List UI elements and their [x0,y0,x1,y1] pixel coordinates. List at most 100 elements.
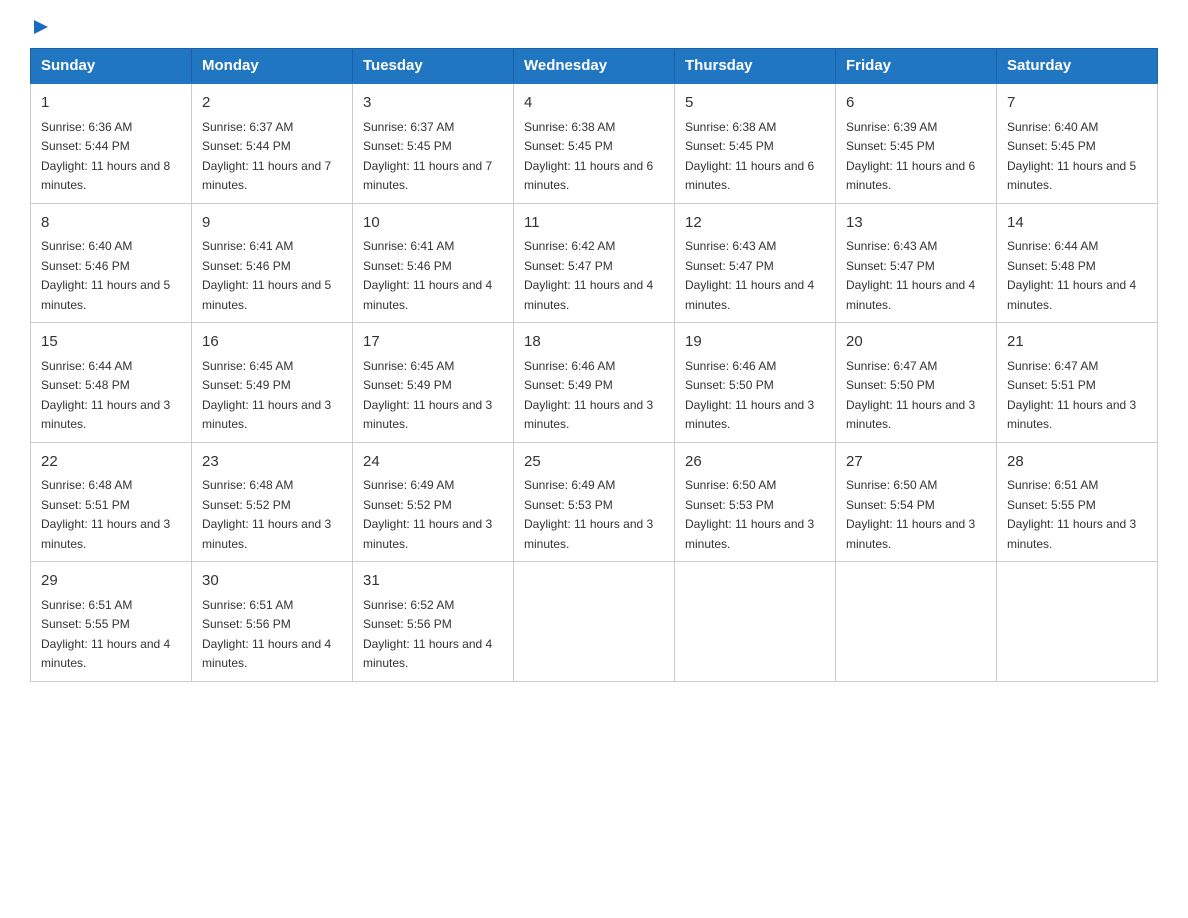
calendar-day-cell: 30 Sunrise: 6:51 AMSunset: 5:56 PMDayligh… [192,562,353,682]
day-info: Sunrise: 6:43 AMSunset: 5:47 PMDaylight:… [846,239,975,312]
day-number: 10 [363,212,503,235]
day-info: Sunrise: 6:48 AMSunset: 5:51 PMDaylight:… [41,478,170,551]
calendar-day-cell: 28Sunrise: 6:51 AMSunset: 5:55 PMDayligh… [997,442,1158,562]
day-of-week-header: Tuesday [353,49,514,84]
day-info: Sunrise: 6:36 AMSunset: 5:44 PMDaylight:… [41,120,170,193]
calendar-day-cell: 25Sunrise: 6:49 AMSunset: 5:53 PMDayligh… [514,442,675,562]
calendar-day-cell: 29 Sunrise: 6:51 AMSunset: 5:55 PMDayligh… [31,562,192,682]
day-number: 18 [524,331,664,354]
calendar-week-row: 8 Sunrise: 6:40 AMSunset: 5:46 PMDaylight… [31,203,1158,323]
day-number: 27 [846,451,986,474]
calendar-day-cell [514,562,675,682]
calendar-week-row: 1 Sunrise: 6:36 AMSunset: 5:44 PMDaylight… [31,83,1158,203]
calendar-day-cell: 3 Sunrise: 6:37 AMSunset: 5:45 PMDaylight… [353,83,514,203]
day-number: 28 [1007,451,1147,474]
calendar-week-row: 29 Sunrise: 6:51 AMSunset: 5:55 PMDayligh… [31,562,1158,682]
day-number: 29 [41,570,181,593]
day-number: 8 [41,212,181,235]
day-number: 15 [41,331,181,354]
calendar-day-cell: 27 Sunrise: 6:50 AMSunset: 5:54 PMDayligh… [836,442,997,562]
day-info: Sunrise: 6:38 AMSunset: 5:45 PMDaylight:… [524,120,653,193]
day-info: Sunrise: 6:49 AMSunset: 5:52 PMDaylight:… [363,478,492,551]
calendar-day-cell [836,562,997,682]
calendar-header-row: SundayMondayTuesdayWednesdayThursdayFrid… [31,49,1158,84]
calendar-day-cell: 16Sunrise: 6:45 AMSunset: 5:49 PMDayligh… [192,323,353,443]
day-of-week-header: Friday [836,49,997,84]
calendar-day-cell: 1 Sunrise: 6:36 AMSunset: 5:44 PMDaylight… [31,83,192,203]
day-number: 23 [202,451,342,474]
day-of-week-header: Saturday [997,49,1158,84]
calendar-day-cell: 7 Sunrise: 6:40 AMSunset: 5:45 PMDaylight… [997,83,1158,203]
calendar-day-cell: 10 Sunrise: 6:41 AMSunset: 5:46 PMDayligh… [353,203,514,323]
day-info: Sunrise: 6:52 AMSunset: 5:56 PMDaylight:… [363,598,492,671]
day-number: 2 [202,92,342,115]
calendar-day-cell: 9Sunrise: 6:41 AMSunset: 5:46 PMDaylight… [192,203,353,323]
calendar-day-cell: 17 Sunrise: 6:45 AMSunset: 5:49 PMDayligh… [353,323,514,443]
day-info: Sunrise: 6:37 AMSunset: 5:44 PMDaylight:… [202,120,331,193]
day-info: Sunrise: 6:44 AMSunset: 5:48 PMDaylight:… [1007,239,1136,312]
day-info: Sunrise: 6:41 AMSunset: 5:46 PMDaylight:… [363,239,492,312]
day-number: 5 [685,92,825,115]
day-number: 14 [1007,212,1147,235]
day-info: Sunrise: 6:50 AMSunset: 5:54 PMDaylight:… [846,478,975,551]
day-number: 4 [524,92,664,115]
calendar-day-cell: 22 Sunrise: 6:48 AMSunset: 5:51 PMDayligh… [31,442,192,562]
day-info: Sunrise: 6:37 AMSunset: 5:45 PMDaylight:… [363,120,492,193]
day-number: 24 [363,451,503,474]
logo [30,20,50,32]
calendar-day-cell: 13 Sunrise: 6:43 AMSunset: 5:47 PMDayligh… [836,203,997,323]
day-number: 22 [41,451,181,474]
day-number: 19 [685,331,825,354]
day-number: 13 [846,212,986,235]
day-info: Sunrise: 6:44 AMSunset: 5:48 PMDaylight:… [41,359,170,432]
day-number: 11 [524,212,664,235]
day-info: Sunrise: 6:39 AMSunset: 5:45 PMDaylight:… [846,120,975,193]
day-of-week-header: Monday [192,49,353,84]
calendar-day-cell [997,562,1158,682]
day-of-week-header: Sunday [31,49,192,84]
day-info: Sunrise: 6:51 AMSunset: 5:55 PMDaylight:… [41,598,170,671]
calendar-day-cell: 21Sunrise: 6:47 AMSunset: 5:51 PMDayligh… [997,323,1158,443]
calendar-week-row: 22 Sunrise: 6:48 AMSunset: 5:51 PMDayligh… [31,442,1158,562]
calendar-day-cell: 31Sunrise: 6:52 AMSunset: 5:56 PMDayligh… [353,562,514,682]
calendar-day-cell: 4 Sunrise: 6:38 AMSunset: 5:45 PMDaylight… [514,83,675,203]
calendar-day-cell: 19 Sunrise: 6:46 AMSunset: 5:50 PMDayligh… [675,323,836,443]
day-number: 26 [685,451,825,474]
day-number: 17 [363,331,503,354]
day-of-week-header: Thursday [675,49,836,84]
day-info: Sunrise: 6:45 AMSunset: 5:49 PMDaylight:… [363,359,492,432]
day-info: Sunrise: 6:47 AMSunset: 5:50 PMDaylight:… [846,359,975,432]
day-info: Sunrise: 6:40 AMSunset: 5:46 PMDaylight:… [41,239,170,312]
day-info: Sunrise: 6:48 AMSunset: 5:52 PMDaylight:… [202,478,331,551]
calendar-day-cell [675,562,836,682]
day-info: Sunrise: 6:46 AMSunset: 5:50 PMDaylight:… [685,359,814,432]
day-info: Sunrise: 6:51 AMSunset: 5:56 PMDaylight:… [202,598,331,671]
day-number: 20 [846,331,986,354]
calendar-day-cell: 26Sunrise: 6:50 AMSunset: 5:53 PMDayligh… [675,442,836,562]
calendar-day-cell: 24 Sunrise: 6:49 AMSunset: 5:52 PMDayligh… [353,442,514,562]
calendar-day-cell: 6 Sunrise: 6:39 AMSunset: 5:45 PMDaylight… [836,83,997,203]
day-number: 7 [1007,92,1147,115]
calendar-day-cell: 14 Sunrise: 6:44 AMSunset: 5:48 PMDayligh… [997,203,1158,323]
calendar-day-cell: 18Sunrise: 6:46 AMSunset: 5:49 PMDayligh… [514,323,675,443]
day-info: Sunrise: 6:40 AMSunset: 5:45 PMDaylight:… [1007,120,1136,193]
day-info: Sunrise: 6:42 AMSunset: 5:47 PMDaylight:… [524,239,653,312]
day-number: 30 [202,570,342,593]
day-info: Sunrise: 6:43 AMSunset: 5:47 PMDaylight:… [685,239,814,312]
calendar-day-cell: 12Sunrise: 6:43 AMSunset: 5:47 PMDayligh… [675,203,836,323]
page-header [30,20,1158,32]
calendar-day-cell: 5Sunrise: 6:38 AMSunset: 5:45 PMDaylight… [675,83,836,203]
day-info: Sunrise: 6:45 AMSunset: 5:49 PMDaylight:… [202,359,331,432]
calendar-day-cell: 11 Sunrise: 6:42 AMSunset: 5:47 PMDayligh… [514,203,675,323]
day-of-week-header: Wednesday [514,49,675,84]
day-number: 6 [846,92,986,115]
logo-arrow-icon [32,18,50,36]
day-number: 1 [41,92,181,115]
day-number: 21 [1007,331,1147,354]
day-number: 3 [363,92,503,115]
day-info: Sunrise: 6:49 AMSunset: 5:53 PMDaylight:… [524,478,653,551]
day-info: Sunrise: 6:41 AMSunset: 5:46 PMDaylight:… [202,239,331,312]
calendar-day-cell: 23 Sunrise: 6:48 AMSunset: 5:52 PMDayligh… [192,442,353,562]
calendar-day-cell: 2 Sunrise: 6:37 AMSunset: 5:44 PMDaylight… [192,83,353,203]
calendar-day-cell: 20 Sunrise: 6:47 AMSunset: 5:50 PMDayligh… [836,323,997,443]
